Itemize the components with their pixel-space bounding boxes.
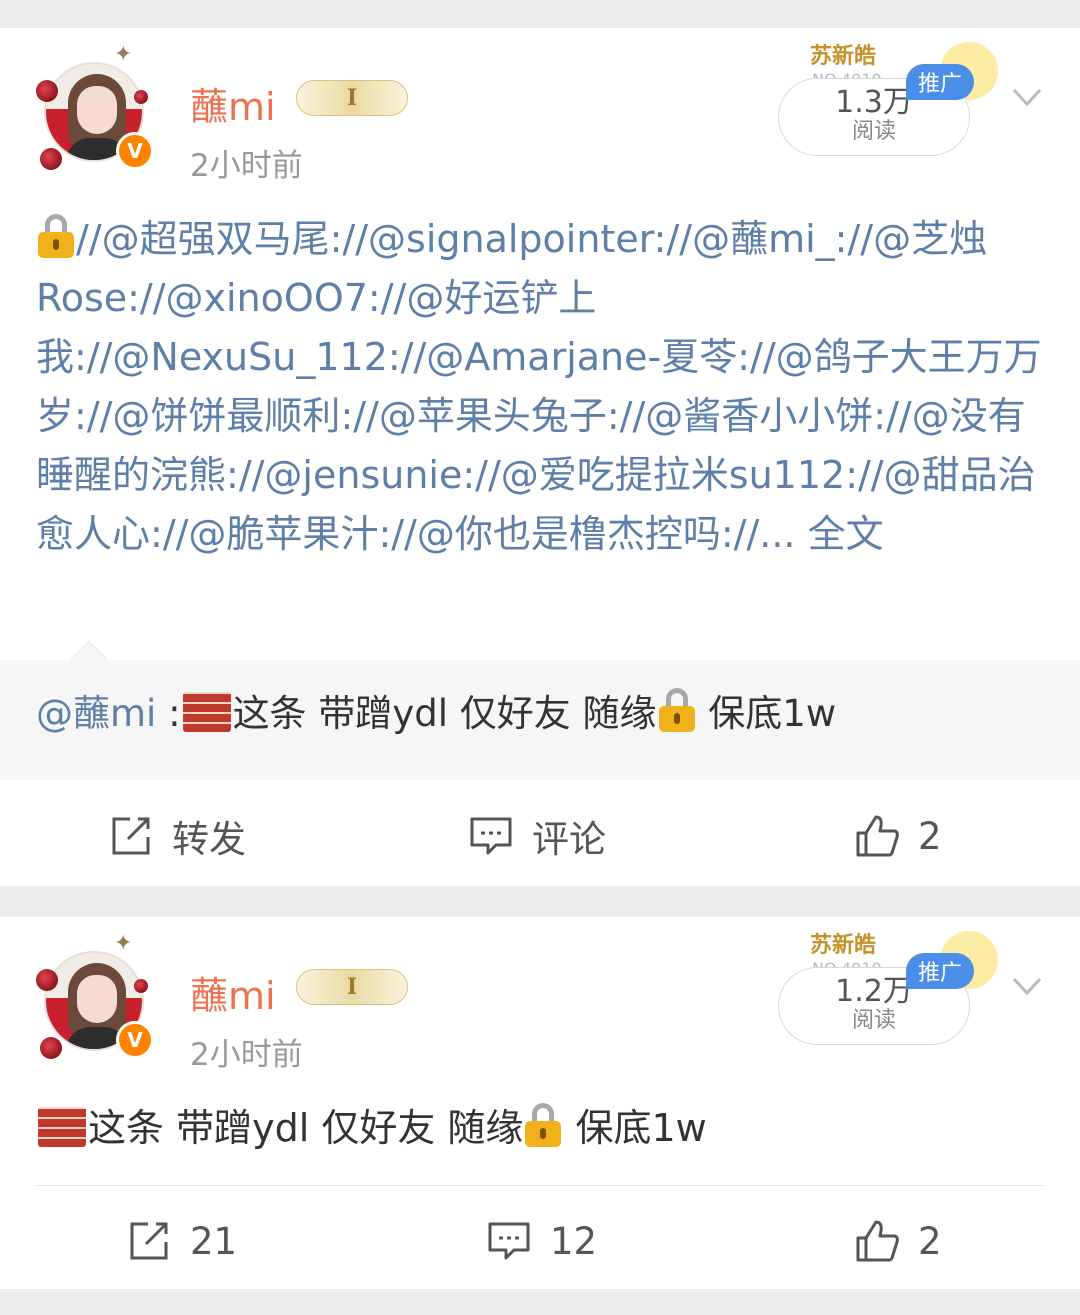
verified-v-icon: V [116,1021,154,1059]
verified-v-icon: V [116,132,154,170]
post-timestamp: 2小时前 [190,148,303,184]
weibo-post-card: ✦ V 蘸mi I 2小时前 苏新皓 NO.4010 1.2万 阅读 推广 这条… [0,917,1080,1289]
comment-button[interactable]: 评论 [468,786,606,886]
share-arrow-icon [112,817,150,855]
share-arrow-icon [130,1222,168,1260]
member-badge[interactable]: I [296,80,408,116]
repost-count: 21 [190,1219,238,1263]
lock-icon [38,214,74,258]
mention-link[interactable]: ://@Amarjane-夏苓 [388,335,737,379]
avatar[interactable]: ✦ V [36,42,156,170]
rose-icon [134,979,148,993]
sparkle-icon: ✦ [114,931,133,956]
mention-link[interactable]: ://@酱香小小饼 [607,394,873,438]
username[interactable]: 蘸mi [190,965,276,1020]
brick-icon [182,692,231,732]
lock-icon [525,1103,562,1147]
like-button[interactable]: 2 [854,786,942,886]
comment-button[interactable]: 12 [486,1191,597,1291]
like-button[interactable]: 2 [854,1191,942,1291]
mention-link[interactable]: ://... [721,512,808,556]
mention-link[interactable]: //@超强双马尾 [76,217,330,261]
avatar[interactable]: ✦ V [36,931,156,1059]
original-post-box[interactable]: @蘸mi : 这条 带蹭ydl 仅好友 随缘 保底1w [0,640,1080,780]
comment-count: 12 [550,1219,598,1263]
mention-link[interactable]: ://@苹果头兔子 [340,394,606,438]
like-count: 2 [918,814,942,858]
ad-name: 苏新皓 [810,44,877,69]
rose-icon [40,1037,62,1059]
mention-link[interactable]: ://@爱吃提拉米su112 [462,453,845,497]
post-timestamp: 2小时前 [190,1037,303,1073]
mention-link[interactable]: ://@脆苹果汁 [150,512,378,556]
thumbs-up-icon [856,815,899,857]
mention-link[interactable]: ://@你也是橹杰控吗 [378,512,720,556]
post-content: 这条 带蹭ydl 仅好友 随缘 保底1w [36,1099,1048,1158]
mention-link[interactable]: ://@jensunie [226,453,462,497]
chevron-down-icon[interactable] [1010,969,1044,1003]
action-bar: 转发 评论 2 [0,786,1080,886]
username[interactable]: 蘸mi [190,76,276,131]
lock-icon [658,688,695,732]
rose-icon [134,90,148,104]
rose-icon [36,969,58,991]
post-content: //@超强双马尾://@signalpointer://@蘸mi_://@芝烛R… [36,210,1048,564]
promo-badge[interactable]: 推广 [906,953,975,989]
brick-icon [38,1107,86,1147]
original-author-link[interactable]: @蘸mi [36,692,156,735]
read-label: 阅读 [851,1008,896,1033]
mention-link[interactable]: ://@NexuSu_112 [74,335,388,379]
divider [36,1185,1044,1186]
action-bar: 21 12 2 [0,1191,1080,1291]
rose-icon [36,80,58,102]
weibo-post-card: ✦ V 蘸mi I 2小时前 苏新皓 NO.4010 1.3万 阅读 推广 //… [0,28,1080,886]
ad-name: 苏新皓 [810,933,877,958]
original-post-text: @蘸mi : 这条 带蹭ydl 仅好友 随缘 保底1w [36,688,836,739]
comment-bubble-icon [470,817,512,855]
comment-bubble-icon [488,1222,530,1260]
mention-link[interactable]: ://@蘸mi_ [654,217,835,261]
like-count: 2 [918,1219,942,1263]
member-badge[interactable]: I [296,969,408,1005]
read-label: 阅读 [851,119,896,144]
rose-icon [40,148,62,170]
chevron-down-icon[interactable] [1010,80,1044,114]
mention-link[interactable]: ://@饼饼最顺利 [74,394,340,438]
mention-link[interactable]: ://@xinoOO7 [127,276,368,320]
repost-button[interactable]: 21 [126,1191,237,1291]
repost-button[interactable]: 转发 [108,786,246,886]
comment-label: 评论 [532,818,606,861]
sparkle-icon: ✦ [114,42,133,67]
promo-badge[interactable]: 推广 [906,64,975,100]
full-text-link[interactable]: 全文 [808,512,884,556]
thumbs-up-icon [856,1220,899,1262]
repost-label: 转发 [172,818,246,861]
mention-link[interactable]: ://@signalpointer [330,217,654,261]
